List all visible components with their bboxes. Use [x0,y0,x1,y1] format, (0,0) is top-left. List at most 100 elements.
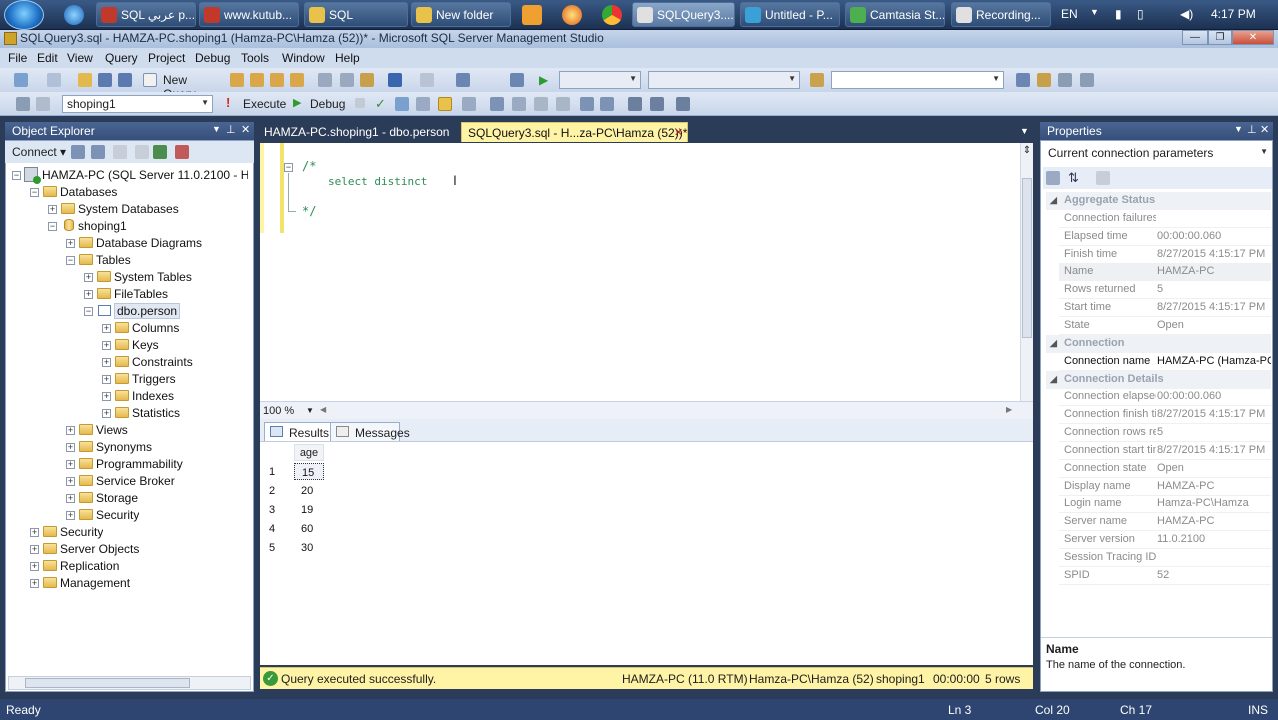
taskbar-button[interactable]: New folder [411,2,511,27]
tree-expander-icon[interactable]: + [30,528,39,537]
tab-close-icon[interactable]: ✕ [674,126,683,139]
menu-window[interactable]: Window [282,51,325,65]
tree-expander-icon[interactable]: − [48,222,57,231]
oe-horizontal-scrollbar[interactable] [8,676,251,690]
tree-expander-icon[interactable]: + [66,443,75,452]
connect-icon[interactable] [16,97,30,111]
solution-platform-select[interactable]: ▼ [648,71,800,89]
tree-node-security[interactable]: Security [96,508,139,522]
tree-node-filetables[interactable]: FileTables [114,287,168,301]
tree-expander-icon[interactable]: + [102,392,111,401]
tree-node-hamza-pc-sql-server-11-0-2100-hamza-pc-hamza-[interactable]: HAMZA-PC (SQL Server 11.0.2100 - Hamza-P… [42,168,248,182]
tree-node-system-databases[interactable]: System Databases [78,202,179,216]
tree-node-databases[interactable]: Databases [60,185,117,199]
find-combo[interactable]: ▼ [831,71,1004,89]
tree-expander-icon[interactable]: + [84,290,93,299]
properties-icon[interactable] [1058,73,1072,87]
tree-node-statistics[interactable]: Statistics [132,406,180,420]
categorized-icon[interactable] [1046,171,1060,185]
refresh-icon[interactable] [153,145,167,159]
tree-node-tables[interactable]: Tables [96,253,131,267]
analysis-query-icon[interactable] [250,73,264,87]
tree-expander-icon[interactable]: − [66,256,75,265]
property-row[interactable]: Session Tracing ID [1059,549,1271,567]
cut-icon[interactable] [318,73,332,87]
tree-expander-icon[interactable]: + [66,494,75,503]
results-to-text-icon[interactable] [534,97,548,111]
paste-icon[interactable] [360,73,374,87]
clock[interactable]: 4:17 PM [1211,7,1256,21]
tree-expander-icon[interactable]: + [30,545,39,554]
menu-project[interactable]: Project [148,51,185,65]
menu-edit[interactable]: Edit [37,51,58,65]
property-row[interactable]: State Open [1059,317,1271,335]
taskbar-button[interactable]: Untitled - P... [740,2,840,27]
solution-config-select[interactable]: ▼ [559,71,641,89]
tab-person-table[interactable]: HAMZA-PC.shoping1 - dbo.person [258,122,455,142]
tree-node-triggers[interactable]: Triggers [132,372,176,386]
start-debug-icon[interactable]: ▶ [539,73,553,87]
client-stats-icon[interactable] [512,97,526,111]
save-icon[interactable] [98,73,112,87]
tree-expander-icon[interactable]: − [84,307,93,316]
taskbar-button[interactable]: SQL عربي p... [96,2,196,27]
new-query-button[interactable]: New Query [143,72,223,101]
new-project-icon[interactable] [14,73,28,87]
firefox-icon[interactable] [562,5,582,25]
tree-expander-icon[interactable]: + [66,511,75,520]
tree-node-columns[interactable]: Columns [132,321,179,335]
tree-node-security[interactable]: Security [60,525,103,539]
menu-debug[interactable]: Debug [195,51,230,65]
tray-arrow-icon[interactable]: ▼ [1090,7,1099,17]
menu-query[interactable]: Query [105,51,138,65]
zoom-arrow-icon[interactable]: ▼ [306,406,314,415]
tree-expander-icon[interactable]: + [66,239,75,248]
properties-object-select[interactable]: Current connection parameters ▼ [1044,145,1271,163]
tree-expander-icon[interactable]: + [102,358,111,367]
sql-editor[interactable]: − /* select distinct */ I ⇕ [260,143,1033,401]
include-plan-icon[interactable] [490,97,504,111]
tree-node-server-objects[interactable]: Server Objects [60,542,139,556]
tree-node-views[interactable]: Views [96,423,128,437]
property-row[interactable]: SPID 52 [1059,567,1271,585]
age-cell[interactable]: 19 [294,501,324,518]
tab-results[interactable]: Results [264,422,335,441]
properties-menu-icon[interactable]: ▼ [1234,124,1243,134]
database-select[interactable]: shoping1 ▼ [62,95,213,113]
property-row[interactable]: Display name HAMZA-PC [1059,478,1271,496]
parse-icon[interactable]: ✓ [375,96,389,111]
start-button[interactable] [4,0,44,30]
navigate-icon[interactable] [456,73,470,87]
minimize-button[interactable]: — [1182,30,1208,45]
property-row[interactable]: Connection elapsed time00:00:00.060 [1059,388,1271,407]
row-number[interactable]: 5 [269,542,275,554]
ie-icon[interactable] [64,5,84,25]
taskbar-button[interactable]: Camtasia St... [845,2,945,27]
tree-node-keys[interactable]: Keys [132,338,159,352]
alphabetical-icon[interactable]: ⇅ [1068,170,1082,185]
tab-messages[interactable]: Messages [330,422,410,441]
tree-node-service-broker[interactable]: Service Broker [96,474,175,488]
property-row[interactable]: Server version 11.0.2100 [1059,531,1271,550]
property-row[interactable]: Rows returned 5 [1059,281,1271,300]
property-category[interactable]: ◢ Connection Details [1046,370,1271,389]
results-to-grid-icon[interactable] [556,97,570,111]
property-row[interactable]: Login name Hamza-PC\Hamza [1059,495,1271,514]
property-row[interactable]: Start time 8/27/2015 4:15:17 PM [1059,299,1271,318]
media-icon[interactable] [522,5,542,25]
save-all-icon[interactable] [118,73,132,87]
properties-close-icon[interactable]: ✕ [1260,123,1269,136]
display-plan-icon[interactable] [395,97,409,111]
tab-sqlquery3[interactable]: SQLQuery3.sql - H...za-PC\Hamza (52))* ✕ [461,122,688,142]
category-collapse-icon[interactable]: ◢ [1050,374,1057,385]
property-category[interactable]: ◢ Connection [1046,334,1271,353]
editor-vertical-scrollbar[interactable]: ⇕ [1020,143,1033,401]
activity-monitor-icon[interactable] [175,145,189,159]
volume-icon[interactable]: ◀) [1180,7,1193,21]
hscroll-left-icon[interactable]: ◀ [320,405,326,414]
age-cell[interactable]: 15 [294,463,324,480]
maximize-button[interactable]: ❐ [1208,30,1232,45]
comment-icon[interactable] [600,97,614,111]
age-cell[interactable]: 60 [294,520,324,537]
tree-node-management[interactable]: Management [60,576,130,590]
